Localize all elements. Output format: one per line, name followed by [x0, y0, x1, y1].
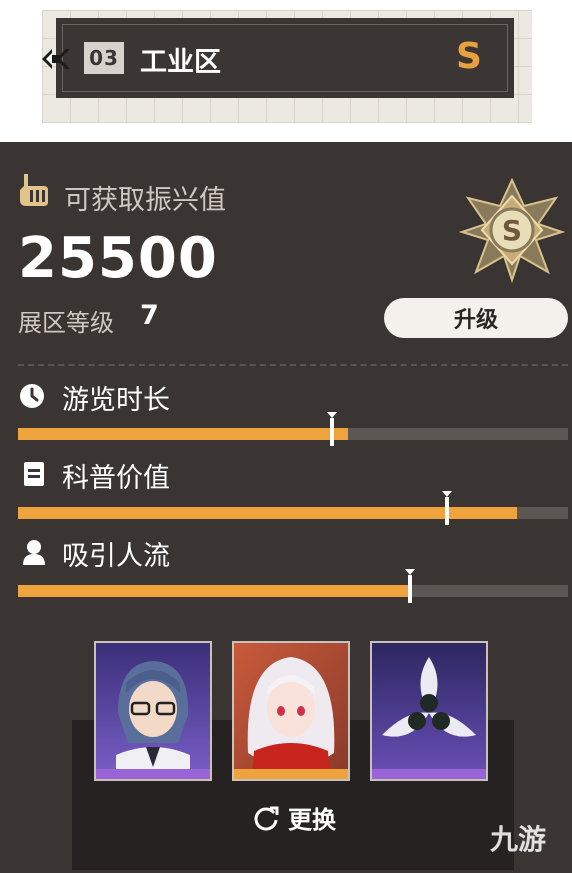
refresh-icon: [254, 806, 279, 831]
badge-letter: S: [502, 214, 522, 247]
stat-label-visitor-flow: 吸引人流: [62, 541, 170, 572]
exhibit-level-label: 展区等级: [18, 309, 114, 337]
flower-item-avatar: [372, 643, 486, 779]
zone-rank-letter: S: [456, 36, 482, 77]
stat-label-science-value: 科普价值: [62, 463, 170, 494]
zone-name: 工业区: [140, 47, 221, 78]
stat-bar-fill: [18, 585, 411, 597]
hand-pointer-icon: [20, 174, 48, 206]
stat-bar-fill: [18, 428, 348, 440]
revitalization-score: 25500: [18, 226, 218, 291]
swap-button[interactable]: 更换: [252, 800, 336, 835]
upgrade-button[interactable]: 升级: [384, 298, 568, 338]
document-icon: [24, 462, 44, 486]
rarity-strip: [234, 769, 348, 779]
double-arrow-icon: [42, 49, 70, 69]
stat-bar-science-value: [18, 491, 568, 525]
site-watermark: 九游: [490, 823, 547, 856]
stat-bar-tour-time: [18, 412, 568, 446]
dashed-divider: [18, 364, 568, 366]
stat-bar-marker: [441, 491, 452, 525]
character-glasses-avatar: [96, 643, 210, 779]
zone-card-border: [62, 24, 508, 92]
zone-card[interactable]: [56, 18, 514, 98]
stat-bar-visitor-flow: [18, 569, 568, 603]
clock-icon: [20, 384, 44, 408]
stat-bar-marker: [405, 569, 416, 603]
stat-label-tour-time: 游览时长: [62, 385, 170, 416]
rank-badge-icon: S: [458, 177, 566, 284]
rarity-strip: [372, 769, 486, 779]
person-icon: [23, 540, 45, 565]
stat-bar-fill: [18, 507, 517, 519]
zone-number: 03: [84, 42, 124, 74]
swap-label: 更换: [288, 806, 336, 834]
rarity-strip: [96, 769, 210, 779]
exhibit-level-value: 7: [140, 300, 159, 331]
character-white-hair-avatar: [234, 643, 348, 779]
character-slot-1[interactable]: [94, 641, 212, 781]
character-slot-2[interactable]: [232, 641, 350, 781]
obtain-label: 可获取振兴值: [64, 185, 226, 216]
stat-bar-marker: [326, 412, 337, 446]
character-slot-3[interactable]: [370, 641, 488, 781]
